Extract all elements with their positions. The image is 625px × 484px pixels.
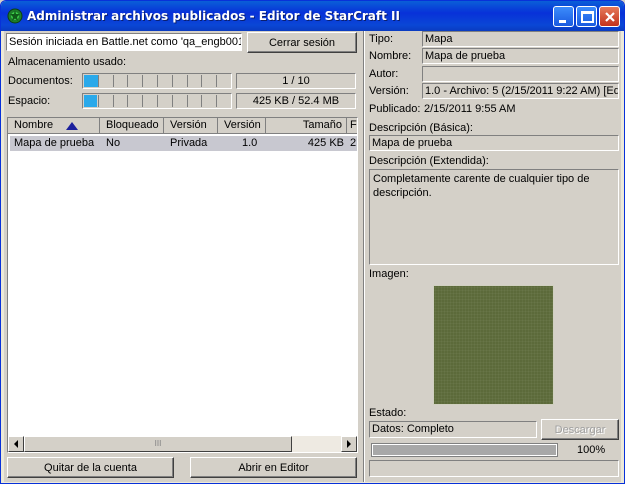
description-basic-value: Mapa de prueba [369, 135, 619, 151]
session-text: Sesión iniciada en Battle.net como 'qa_e… [9, 36, 242, 48]
meter-segment [172, 75, 173, 87]
status-label: Estado: [369, 407, 407, 419]
publish-manager-window: Administrar archivos publicados - Editor… [0, 0, 625, 484]
column-header-version[interactable]: Versión [218, 118, 266, 134]
documents-label: Documentos: [8, 75, 73, 87]
remove-from-account-button[interactable]: Quitar de la cuenta [7, 457, 174, 478]
meter-segment [127, 95, 128, 107]
open-in-editor-button[interactable]: Abrir en Editor [190, 457, 357, 478]
progress-fill [373, 445, 556, 455]
meter-segment [187, 75, 188, 87]
download-progress-bar [371, 443, 558, 457]
left-pane: Sesión iniciada en Battle.net como 'qa_e… [4, 31, 361, 482]
minimize-button[interactable] [553, 6, 574, 27]
column-header-size[interactable]: Tamaño [266, 118, 347, 134]
meter-segment [113, 75, 114, 87]
image-label: Imagen: [369, 268, 409, 280]
published-label: Publicado: [369, 103, 421, 115]
minimize-icon [559, 20, 566, 23]
arrow-right-icon [347, 440, 351, 448]
meter-segment [201, 95, 202, 107]
meter-segment [157, 95, 158, 107]
status-value: Datos: Completo [369, 421, 537, 438]
author-label: Autor: [369, 68, 399, 80]
type-value: Mapa [422, 31, 619, 47]
description-extended-label: Descripción (Extendida): [369, 155, 489, 167]
cell-more: 2 [350, 137, 357, 149]
download-button[interactable]: Descargar [541, 419, 619, 440]
close-icon [605, 12, 615, 22]
meter-segment [216, 95, 217, 107]
column-name-label: Nombre [14, 119, 54, 131]
documents-meter [82, 73, 232, 89]
table-row[interactable]: Mapa de prueba No Privada 1.0 425 KB 2 [10, 136, 357, 151]
file-list[interactable]: Nombre Bloqueado Versión Versión Tamaño … [7, 117, 358, 453]
client-area: Sesión iniciada en Battle.net como 'qa_e… [4, 31, 621, 482]
maximize-icon [581, 11, 594, 23]
meter-fill [84, 95, 97, 107]
column-header-name[interactable]: Nombre [8, 118, 100, 134]
arrow-left-icon [14, 440, 18, 448]
meter-segment [187, 95, 188, 107]
sort-ascending-icon [66, 122, 78, 130]
window-title: Administrar archivos publicados - Editor… [27, 9, 400, 23]
details-pane: Tipo: Mapa Nombre: Mapa de prueba Autor:… [367, 31, 621, 482]
space-label: Espacio: [8, 95, 51, 107]
scroll-thumb[interactable]: III [24, 436, 292, 452]
meter-segment [113, 95, 114, 107]
horizontal-scrollbar[interactable]: III [8, 436, 357, 452]
meter-segment [142, 95, 143, 107]
published-value: 2/15/2011 9:55 AM [424, 103, 516, 115]
starcraft-logo-icon [7, 8, 23, 24]
space-meter [82, 93, 232, 109]
column-header-more[interactable]: F [347, 118, 357, 134]
meter-segment [98, 75, 99, 87]
map-preview-image [433, 285, 554, 405]
name-label: Nombre: [369, 50, 412, 62]
title-bar[interactable]: Administrar archivos publicados - Editor… [1, 1, 624, 31]
logout-button[interactable]: Cerrar sesión [247, 32, 357, 53]
meter-segment [216, 75, 217, 87]
meter-segment [98, 95, 99, 107]
cell-locked: No [106, 137, 121, 149]
meter-segment [157, 75, 158, 87]
close-button[interactable] [599, 6, 620, 27]
scroll-right-button[interactable] [341, 436, 357, 452]
column-header-locked[interactable]: Bloqueado [100, 118, 164, 134]
meter-segment [142, 75, 143, 87]
type-label: Tipo: [369, 33, 394, 45]
cell-version: 1.0 [242, 137, 258, 149]
cell-version-type: Privada [170, 137, 208, 149]
author-value [422, 66, 619, 82]
cell-size: 425 KB [307, 137, 344, 149]
documents-value: 1 / 10 [236, 73, 356, 89]
description-basic-label: Descripción (Básica): [369, 122, 473, 134]
version-label: Versión: [369, 85, 409, 97]
scroll-left-button[interactable] [8, 436, 24, 452]
session-field: Sesión iniciada en Battle.net como 'qa_e… [6, 33, 242, 51]
name-value: Mapa de prueba [422, 48, 619, 64]
space-value: 425 KB / 52.4 MB [236, 93, 356, 109]
meter-segment [201, 75, 202, 87]
maximize-button[interactable] [576, 6, 597, 27]
meter-segment [172, 95, 173, 107]
description-extended-value: Completamente carente de cualquier tipo … [369, 169, 619, 265]
storage-label: Almacenamiento usado: [8, 56, 127, 68]
status-strip [369, 460, 619, 477]
version-value: 1.0 - Archivo: 5 (2/15/2011 9:22 AM) [Ed [422, 83, 619, 99]
cell-name: Mapa de prueba [14, 137, 95, 149]
pane-splitter[interactable] [363, 31, 365, 482]
meter-segment [127, 75, 128, 87]
progress-text: 100% [577, 444, 606, 456]
column-header-version-type[interactable]: Versión [164, 118, 218, 134]
meter-fill [84, 75, 99, 87]
